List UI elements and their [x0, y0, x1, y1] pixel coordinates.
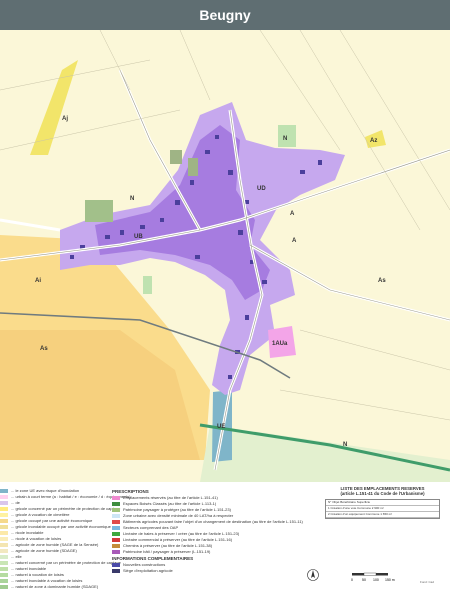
complementary-legend-label: Siège d'exploitation agricole — [123, 568, 173, 573]
zone-legend-label: ... le zone UE avec risque d'inondation — [11, 488, 80, 493]
complementary-legend-label: Nouvelles constructions — [123, 562, 166, 567]
zone-label-a2: A — [292, 238, 297, 244]
zone-label-n1: N — [283, 136, 287, 142]
prescription-legend-swatch — [112, 550, 120, 554]
zone-label-ub: UB — [134, 234, 143, 240]
complementary-legend-swatch — [112, 563, 120, 567]
zone-legend-item: ... naturel de zone à dominante humide (… — [0, 584, 108, 590]
zone-legend-label: ... naturel inondable à vocation de lois… — [11, 578, 83, 583]
map-legend: ... le zone UE avec risque d'inondation.… — [0, 482, 450, 600]
zone-legend-swatch — [0, 525, 8, 529]
protected-landscape-2 — [188, 158, 198, 176]
table-cell: N° Objet Bénéficiaire Superficie — [328, 500, 371, 504]
zone-legend-swatch — [0, 507, 8, 511]
zone-legend-label: ... naturel de zone à dominante humide (… — [11, 584, 99, 589]
complementary-legend-item: Siège d'exploitation agricole — [112, 568, 312, 574]
scale-tick-150: 150 m — [385, 578, 395, 582]
zone-legend-swatch — [0, 531, 8, 535]
scale-tick-50: 50 — [362, 578, 366, 582]
prescription-legend-label: Espaces Boisés Classés (au titre de l'ar… — [123, 501, 217, 506]
prescription-legend-label: Linéaire commercial à préserver (au titr… — [123, 537, 233, 542]
zone-legend-label: ... naturel inondable — [11, 566, 47, 571]
north-arrow-icon — [307, 569, 319, 581]
zone-label-ai: Ai — [35, 278, 41, 284]
zone-legend-swatch — [0, 585, 8, 589]
protected-landscape-3 — [85, 200, 113, 222]
prescription-legend-label: Bâtiments agricoles pouvant faire l'obje… — [123, 519, 303, 524]
zone-legend-label: ... elle — [11, 554, 22, 559]
prescription-legend-swatch — [112, 526, 120, 530]
zone-label-aj: Aj — [62, 116, 68, 122]
prescription-legend-label: Zone urbaine avec densité minimale de 40… — [123, 513, 234, 518]
prescription-legend-swatch — [112, 514, 120, 518]
zone-label-as: As — [40, 346, 48, 352]
prescription-legend-swatch — [112, 502, 120, 506]
zone-legend-swatch — [0, 549, 8, 553]
zone-legend-label: ... agricole de zone humide (SAGE de la … — [11, 542, 99, 547]
prescription-legend-label: Chemins à préserver (au titre de l'artic… — [123, 543, 213, 548]
reserved-table-title-2: (article L.151-41 du Code de l'Urbanisme… — [340, 491, 425, 496]
natural-zone-N-parcel-2 — [143, 276, 152, 294]
zone-legend-label: ... naturel concerné par un périmètre de… — [11, 560, 121, 565]
zone-legend-label: ... ricole inondable — [11, 530, 44, 535]
prescription-legend-label: Linéaire de haies à préserver / créer (a… — [123, 531, 240, 536]
zone-legend-label: ... naturel à vocation de loisirs — [11, 572, 64, 577]
zone-legend-swatch — [0, 513, 8, 517]
zone-legend-swatch — [0, 495, 8, 499]
table-cell: 2 Création d'un équipement Commune 1 650… — [328, 512, 393, 516]
prescription-legend-label: Patrimoine bâti / paysager à préserver (… — [123, 549, 211, 554]
zone-legend-swatch — [0, 567, 8, 571]
complementary-legend-swatch — [112, 569, 120, 573]
reserved-sites-table: LISTE DES EMPLACEMENTS RESERVES (article… — [325, 486, 440, 519]
zone-legend-label: ... gricole occupé par une activité écon… — [11, 518, 93, 523]
zone-label-az: Az — [370, 138, 377, 144]
zone-label-n2: N — [130, 196, 134, 202]
zone-legend-swatch — [0, 543, 8, 547]
zone-label-n3: N — [343, 442, 347, 448]
zone-legend-swatch — [0, 579, 8, 583]
zone-legend-swatch — [0, 501, 8, 505]
zone-legend-label: ... ricole à vocation de loisirs — [11, 536, 62, 541]
prescriptions-title: PRESCRIPTIONS — [112, 489, 149, 494]
prescription-legend-swatch — [112, 532, 120, 536]
zone-legend-label: ... gricole concerné par un périmètre de… — [11, 506, 121, 511]
table-cell: 1 Création d'une voie Commune 2 900 m² — [328, 506, 384, 510]
prescriptions-legend: PRESCRIPTIONS Emplacements réservés (au … — [112, 488, 312, 574]
table-row: 2 Création d'un équipement Commune 1 650… — [326, 512, 439, 518]
zone-legend-label: ... de — [11, 500, 20, 505]
zone-label-ue: UE — [217, 424, 225, 430]
map-title: Beugny — [0, 0, 450, 30]
prescription-legend-label: Secteurs comprenant des OAP — [123, 525, 179, 530]
protected-landscape-1 — [170, 150, 182, 164]
zone-label-a1: A — [290, 211, 295, 217]
prescription-legend-swatch — [112, 508, 120, 512]
complementary-title: INFORMATIONS COMPLEMENTAIRES — [112, 556, 194, 561]
scale-tick-100: 100 — [373, 578, 379, 582]
zone-label-ud: UD — [257, 186, 266, 192]
prescription-legend-swatch — [112, 544, 120, 548]
zone-legend-swatch — [0, 555, 8, 559]
prescription-legend-swatch — [112, 520, 120, 524]
zone-legend-swatch — [0, 537, 8, 541]
zone-label-1aua: 1AUa — [272, 341, 288, 347]
zones-legend: ... le zone UE avec risque d'inondation.… — [0, 488, 131, 590]
zone-legend-swatch — [0, 489, 8, 493]
prescription-legend-label: Patrimoine paysager à protéger (au titre… — [123, 507, 231, 512]
zone-legend-label: ... agricole de zone humide (SDAGE) — [11, 548, 77, 553]
zone-legend-label: ... gricole inondable occupé par une act… — [11, 524, 111, 529]
prescription-legend-item: Patrimoine bâti / paysager à préserver (… — [112, 549, 312, 555]
zone-legend-swatch — [0, 561, 8, 565]
scale-bar: 0 50 100 150 m — [351, 572, 395, 582]
prescription-legend-label: Emplacements réservés (au titre de l'art… — [123, 495, 218, 500]
zone-legend-swatch — [0, 519, 8, 523]
zone-label-as2: As — [378, 278, 386, 284]
zoning-map: UE Az Aj N UD A Ai As 1AUa UB N A As N — [0, 30, 450, 482]
zone-legend-swatch — [0, 573, 8, 577]
credit-text: Fond: Cad — [420, 580, 435, 584]
prescription-legend-swatch — [112, 538, 120, 542]
zone-legend-label: ... gricole à vocation de cimetière — [11, 512, 70, 517]
prescription-legend-swatch — [112, 496, 120, 500]
scale-tick-0: 0 — [351, 578, 353, 582]
